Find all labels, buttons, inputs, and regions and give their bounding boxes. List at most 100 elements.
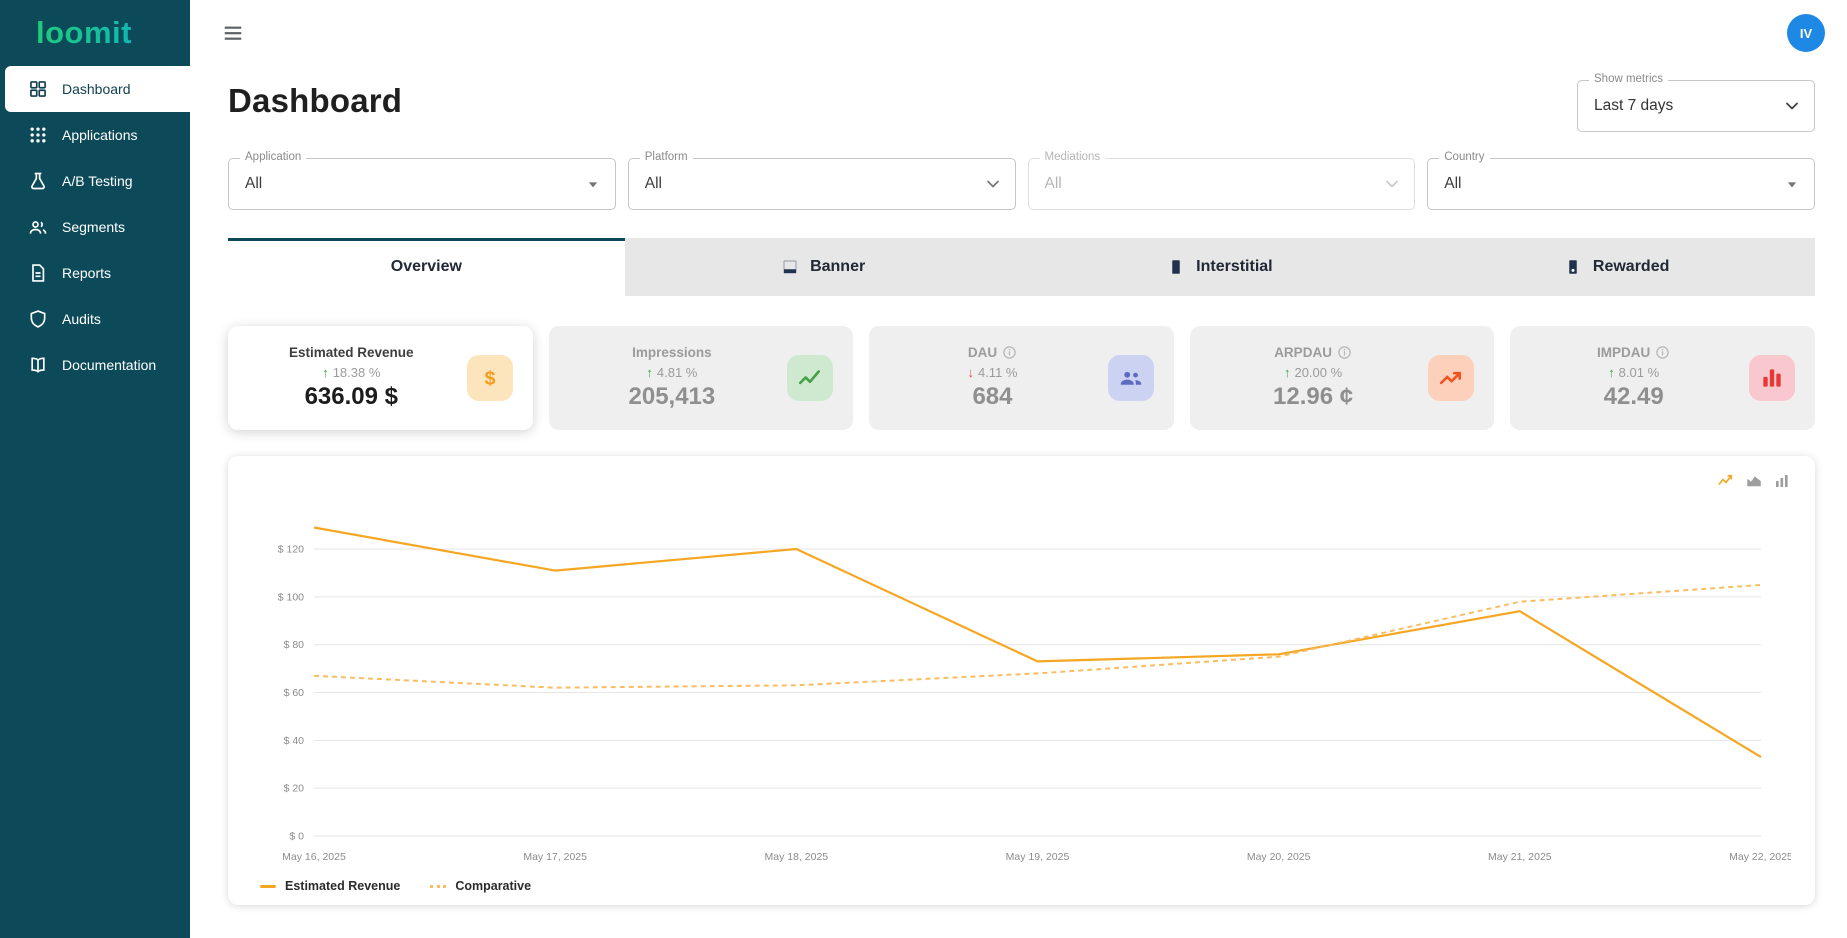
legend-line-sample — [260, 884, 276, 888]
filter-label: Country — [1439, 151, 1490, 163]
area-chart-icon[interactable] — [1745, 472, 1763, 490]
sidebar-item[interactable]: Audits — [5, 296, 190, 342]
svg-text:May 18, 2025: May 18, 2025 — [765, 851, 829, 863]
sidebar-item[interactable]: Reports — [5, 250, 190, 296]
metric-percent: 4.81 % — [656, 365, 698, 380]
filter-label: Platform — [639, 151, 693, 163]
svg-text:May 19, 2025: May 19, 2025 — [1006, 851, 1070, 863]
metric-percent: 20.00 % — [1294, 365, 1343, 380]
revenue-chart: $ 0 $ 20 $ 40 $ 60 $ 80 $ 100 $ 120 May 16, 202… — [252, 492, 1793, 877]
chevron-down-icon — [1382, 174, 1402, 194]
legend-label: Comparative — [455, 879, 532, 893]
svg-text:$ 0: $ 0 — [289, 831, 304, 843]
avatar[interactable]: IV — [1787, 14, 1825, 52]
main-area: IV Dashboard Show metrics Last 7 days Ap… — [190, 0, 1847, 938]
chevron-down-icon — [1782, 96, 1802, 116]
applications-icon — [28, 125, 48, 145]
interstitial-icon — [1167, 258, 1185, 276]
audits-icon — [28, 309, 48, 329]
svg-text:$ 40: $ 40 — [284, 735, 305, 747]
tabs-bar: Overview Banner Interstitial Rewarded — [228, 238, 1815, 296]
menu-icon — [222, 22, 244, 44]
metrics-row: Estimated Revenue ↑ 18.38 % 636.09 $ $ I… — [228, 326, 1815, 430]
documentation-icon — [28, 355, 48, 375]
sidebar-item[interactable]: Applications — [5, 112, 190, 158]
metric-card[interactable]: ARPDAU ↑ 20.00 % 12.96 ¢ — [1189, 326, 1495, 430]
filter-value: All — [245, 175, 263, 192]
sidebar: loomit Dashboard Applications A/B Testin… — [0, 0, 190, 938]
menu-button[interactable] — [222, 22, 244, 44]
svg-text:$ 80: $ 80 — [284, 639, 305, 651]
metric-value: 205,413 — [628, 383, 716, 410]
tab[interactable]: Banner — [624, 238, 1022, 296]
chart-svg: $ 0 $ 20 $ 40 $ 60 $ 80 $ 100 $ 120 May 16, 202… — [278, 526, 1793, 863]
brand-logo[interactable]: loomit — [0, 0, 190, 66]
filter-select[interactable]: Application All — [228, 151, 616, 210]
sidebar-item[interactable]: Dashboard — [5, 66, 190, 112]
show-metrics-label: Show metrics — [1589, 73, 1669, 85]
tab[interactable]: Rewarded — [1418, 238, 1815, 296]
svg-text:$ 20: $ 20 — [284, 783, 305, 795]
bar-chart-icon — [1748, 355, 1795, 401]
sidebar-item[interactable]: Segments — [5, 204, 190, 250]
svg-text:$ 120: $ 120 — [278, 544, 304, 556]
svg-text:May 16, 2025: May 16, 2025 — [282, 851, 346, 863]
brand-logo-text[interactable]: loomit — [36, 15, 132, 51]
chevron-down-icon — [983, 174, 1003, 194]
legend-line-sample — [430, 884, 447, 888]
metric-label: Estimated Revenue — [289, 345, 414, 360]
metric-value: 636.09 $ — [304, 383, 398, 410]
filter-select[interactable]: Platform All — [627, 151, 1016, 210]
metric-percent: 8.01 % — [1618, 365, 1660, 380]
chart-line-icon — [787, 355, 834, 401]
sidebar-item[interactable]: Documentation — [5, 342, 190, 388]
line-chart-icon[interactable] — [1717, 472, 1735, 490]
ab-testing-icon — [28, 171, 48, 191]
show-metrics-select[interactable]: Show metrics Last 7 days — [1577, 73, 1815, 132]
metric-percent: 18.38 % — [332, 365, 381, 380]
svg-text:$: $ — [484, 368, 495, 390]
tab[interactable]: Interstitial — [1021, 238, 1419, 296]
page-title: Dashboard — [228, 82, 403, 119]
people-icon — [1107, 355, 1154, 401]
filters-row: Application All Platform All Mediations … — [228, 151, 1815, 210]
legend-item[interactable]: Comparative — [430, 879, 531, 893]
metric-card[interactable]: DAU ↓ 4.11 % 684 — [869, 326, 1174, 430]
filter-value: All — [1444, 175, 1462, 192]
legend-item[interactable]: Estimated Revenue — [260, 879, 400, 893]
metric-label: ARPDAU — [1274, 345, 1332, 360]
tab[interactable]: Overview — [228, 238, 625, 296]
svg-text:$ 100: $ 100 — [278, 591, 304, 603]
filter-select[interactable]: Country All — [1427, 151, 1815, 210]
info-icon[interactable] — [1337, 345, 1352, 360]
chart-toolbar — [252, 472, 1791, 490]
page-content: Dashboard Show metrics Last 7 days Appli… — [190, 66, 1847, 938]
banner-icon — [781, 258, 799, 276]
filter-select[interactable]: Mediations All — [1027, 151, 1416, 210]
metric-card[interactable]: Estimated Revenue ↑ 18.38 % 636.09 $ $ — [228, 326, 533, 430]
info-icon[interactable] — [1655, 345, 1670, 360]
reports-icon — [28, 263, 48, 283]
dollar-icon: $ — [466, 355, 513, 401]
header-row: Dashboard Show metrics Last 7 days — [228, 66, 1815, 132]
info-icon[interactable] — [1002, 345, 1017, 360]
filter-value: All — [644, 175, 662, 192]
sidebar-item[interactable]: A/B Testing — [5, 158, 190, 204]
metric-label: IMPDAU — [1597, 345, 1651, 360]
bars-icon[interactable] — [1773, 472, 1791, 490]
metric-card[interactable]: Impressions ↑ 4.81 % 205,413 — [548, 326, 854, 430]
svg-text:May 22, 2025: May 22, 2025 — [1729, 851, 1791, 863]
trending-up-icon — [1428, 355, 1475, 401]
trend-arrow-icon: ↑ — [1608, 365, 1615, 380]
metric-card[interactable]: IMPDAU ↑ 8.01 % 42.49 — [1510, 326, 1815, 430]
trend-arrow-icon: ↑ — [1283, 365, 1291, 380]
chart-card: $ 0 $ 20 $ 40 $ 60 $ 80 $ 100 $ 120 May 16, 202… — [228, 456, 1815, 905]
metric-label: DAU — [967, 345, 998, 360]
sidebar-nav: Dashboard Applications A/B Testing Segme… — [0, 66, 190, 388]
svg-text:May 20, 2025: May 20, 2025 — [1247, 851, 1311, 863]
metric-value: 684 — [972, 383, 1013, 410]
segments-icon — [28, 217, 48, 237]
metric-label: Impressions — [632, 345, 712, 360]
filter-label: Mediations — [1039, 151, 1106, 163]
filter-value: All — [1044, 175, 1062, 192]
